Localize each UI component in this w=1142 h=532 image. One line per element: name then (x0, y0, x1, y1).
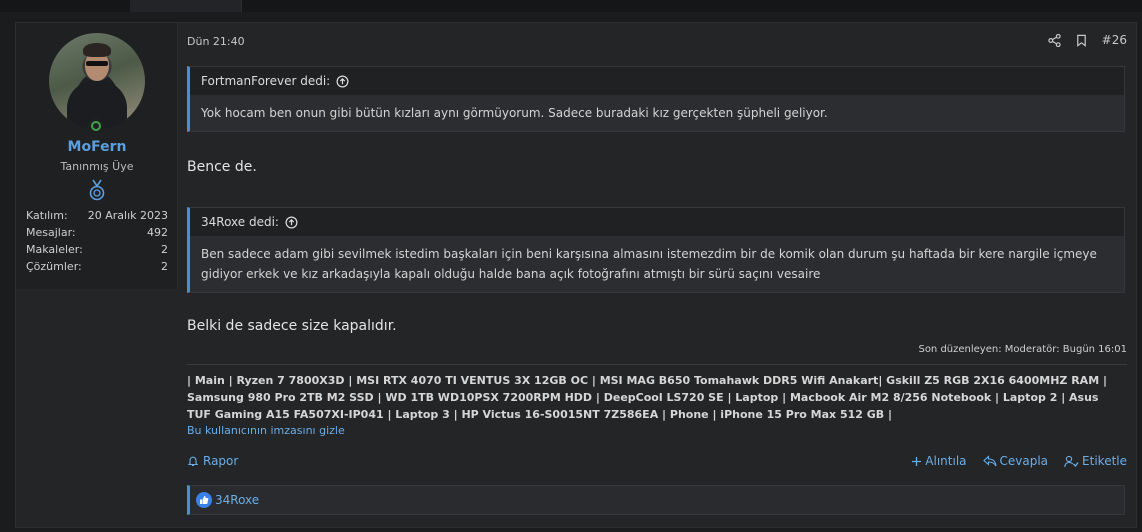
post-actions-bottom: Alıntıla Cevapla Etiketle (911, 454, 1127, 468)
hide-signature-link[interactable]: Bu kullanıcının imzasını gizle (187, 424, 345, 437)
stat-value: 20 Aralık 2023 (87, 209, 168, 222)
stat-row: Katılım: 20 Aralık 2023 (26, 207, 168, 224)
signature: | Main | Ryzen 7 7800X3D | MSI RTX 4070 … (187, 374, 1107, 421)
user-tag-icon (1064, 455, 1079, 467)
share-icon[interactable] (1047, 33, 1061, 47)
quote-text: Ben sadece adam gibi sevilmek istedim ba… (201, 247, 1097, 281)
quote-author: 34Roxe dedi: (201, 215, 279, 229)
quote-header[interactable]: FortmanForever dedi: (190, 67, 1124, 95)
reply-button[interactable]: Cevapla (982, 454, 1049, 468)
stat-row: Çözümler: 2 (26, 258, 168, 275)
top-nav-bar (0, 0, 1142, 12)
thumbs-up-icon (200, 496, 209, 504)
user-info-panel: MoFern Tanınmış Üye Katılım: 20 Aralık 2… (16, 23, 178, 289)
report-button[interactable]: Rapor (187, 454, 238, 468)
stat-label: Makaleler: (26, 243, 83, 256)
post-actions-top: #26 (1047, 33, 1127, 47)
stat-label: Çözümler: (26, 260, 82, 273)
stat-row: Mesajlar: 492 (26, 224, 168, 241)
username[interactable]: MoFern (16, 139, 178, 155)
stat-label: Katılım: (26, 209, 68, 222)
stat-value: 2 (161, 243, 168, 256)
stat-row: Makaleler: 2 (26, 241, 168, 258)
arrow-up-circle-icon[interactable] (336, 75, 349, 88)
online-status-icon (88, 118, 104, 134)
arrow-up-circle-icon[interactable] (285, 216, 298, 229)
user-title: Tanınmış Üye (60, 160, 134, 173)
quote-block: FortmanForever dedi: Yok hocam ben onun … (187, 66, 1125, 132)
medal-icon (89, 179, 105, 201)
report-label: Rapor (203, 454, 239, 468)
bell-icon (187, 456, 199, 467)
top-nav-tab[interactable] (130, 0, 242, 12)
reaction-user-link[interactable]: 34Roxe (215, 493, 259, 507)
stat-value: 492 (147, 226, 168, 239)
stat-label: Mesajlar: (26, 226, 76, 239)
avatar[interactable] (49, 33, 145, 129)
signature-divider (187, 364, 1127, 365)
reply-label: Cevapla (999, 454, 1049, 468)
like-icon (196, 492, 212, 508)
plus-icon (912, 456, 922, 466)
avatar-hair (83, 43, 111, 57)
quote-author: FortmanForever dedi: (201, 74, 331, 88)
reply-icon (982, 455, 997, 467)
quote-block: 34Roxe dedi: Ben sadece adam gibi sevilm… (187, 207, 1125, 293)
quote-button[interactable]: Alıntıla (911, 454, 967, 468)
stat-value: 2 (161, 260, 168, 273)
post-date[interactable]: Dün 21:40 (187, 35, 245, 48)
forum-post: MoFern Tanınmış Üye Katılım: 20 Aralık 2… (15, 22, 1137, 528)
bookmark-icon[interactable] (1075, 34, 1088, 47)
tag-button[interactable]: Etiketle (1064, 454, 1127, 468)
post-text: Belki de sadece size kapalıdır. (187, 318, 397, 334)
tag-label: Etiketle (1082, 454, 1127, 468)
edit-notice: Son düzenleyen: Moderatör: Bugün 16:01 (918, 344, 1127, 355)
reactions-bar: 34Roxe (187, 485, 1125, 515)
avatar-glasses (86, 61, 108, 66)
quote-text: Yok hocam ben onun gibi bütün kızları ay… (201, 106, 828, 120)
quote-label: Alıntıla (925, 454, 967, 468)
quote-header[interactable]: 34Roxe dedi: (190, 208, 1124, 236)
user-stats: Katılım: 20 Aralık 2023 Mesajlar: 492 Ma… (26, 207, 168, 275)
post-number[interactable]: #26 (1102, 33, 1127, 47)
post-text: Bence de. (187, 159, 257, 175)
